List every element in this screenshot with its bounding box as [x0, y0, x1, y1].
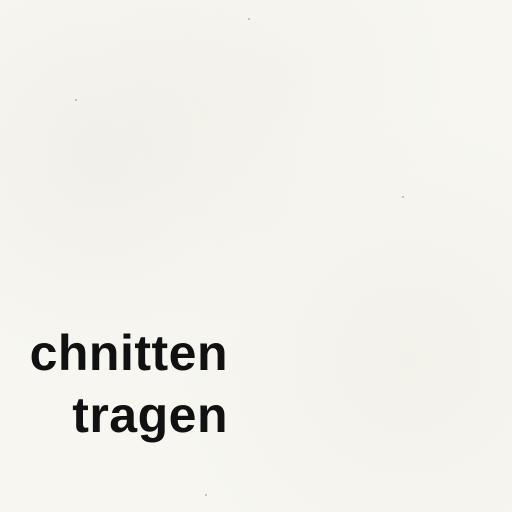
text-line-1: chnitten [29, 325, 228, 381]
text-fragment: chnitten tragen [30, 322, 228, 446]
text-line-2: tragen [72, 387, 228, 443]
paper-speck [402, 196, 404, 198]
paper-speck [75, 99, 77, 101]
paper-speck [248, 18, 250, 20]
paper-speck [205, 494, 207, 496]
